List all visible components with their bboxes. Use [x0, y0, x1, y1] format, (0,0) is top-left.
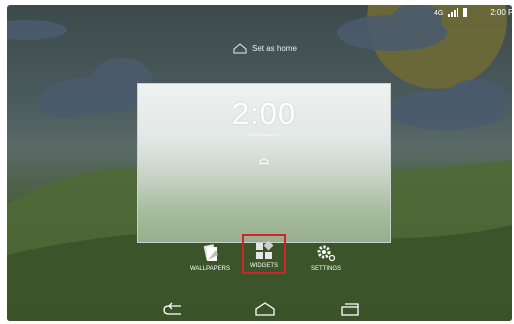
unlock-handle-icon — [259, 158, 269, 164]
wallpapers-option[interactable]: WALLPAPERS — [186, 243, 234, 272]
svg-text:4G: 4G — [434, 10, 443, 17]
signal-icon — [448, 8, 458, 17]
wallpapers-label: WALLPAPERS — [189, 266, 230, 272]
home-outline-icon — [233, 43, 247, 54]
back-icon[interactable] — [161, 301, 185, 317]
home-icon[interactable] — [253, 301, 277, 317]
network-4g-icon: 4G — [434, 10, 443, 17]
settings-label: SETTINGS — [310, 266, 341, 272]
tablet-screen: 4G 2:00 PM Set as home 2:00 Wed, October… — [7, 5, 512, 321]
battery-icon — [463, 8, 467, 17]
preview-clock: 2:00 — [231, 96, 297, 131]
status-bar: 4G 2:00 PM — [428, 5, 512, 19]
set-as-home-label: Set as home — [252, 44, 297, 53]
status-time: 2:00 PM — [490, 8, 512, 17]
preview-date: Wed, October 21 — [248, 132, 280, 137]
screenshot: 4G 2:00 PM Set as home 2:00 Wed, October… — [0, 0, 514, 324]
recents-icon[interactable] — [338, 301, 362, 317]
wallpapers-icon — [203, 244, 218, 261]
widgets-option[interactable]: WIDGETS — [242, 234, 286, 274]
settings-icon — [317, 245, 336, 262]
navigation-bar — [7, 297, 512, 321]
lock-screen-preview[interactable]: 2:00 Wed, October 21 — [137, 83, 391, 243]
widgets-label: WIDGETS — [250, 263, 278, 269]
widgets-icon — [256, 240, 274, 259]
settings-option[interactable]: SETTINGS — [302, 243, 350, 272]
set-as-home-button[interactable]: Set as home — [233, 43, 297, 54]
